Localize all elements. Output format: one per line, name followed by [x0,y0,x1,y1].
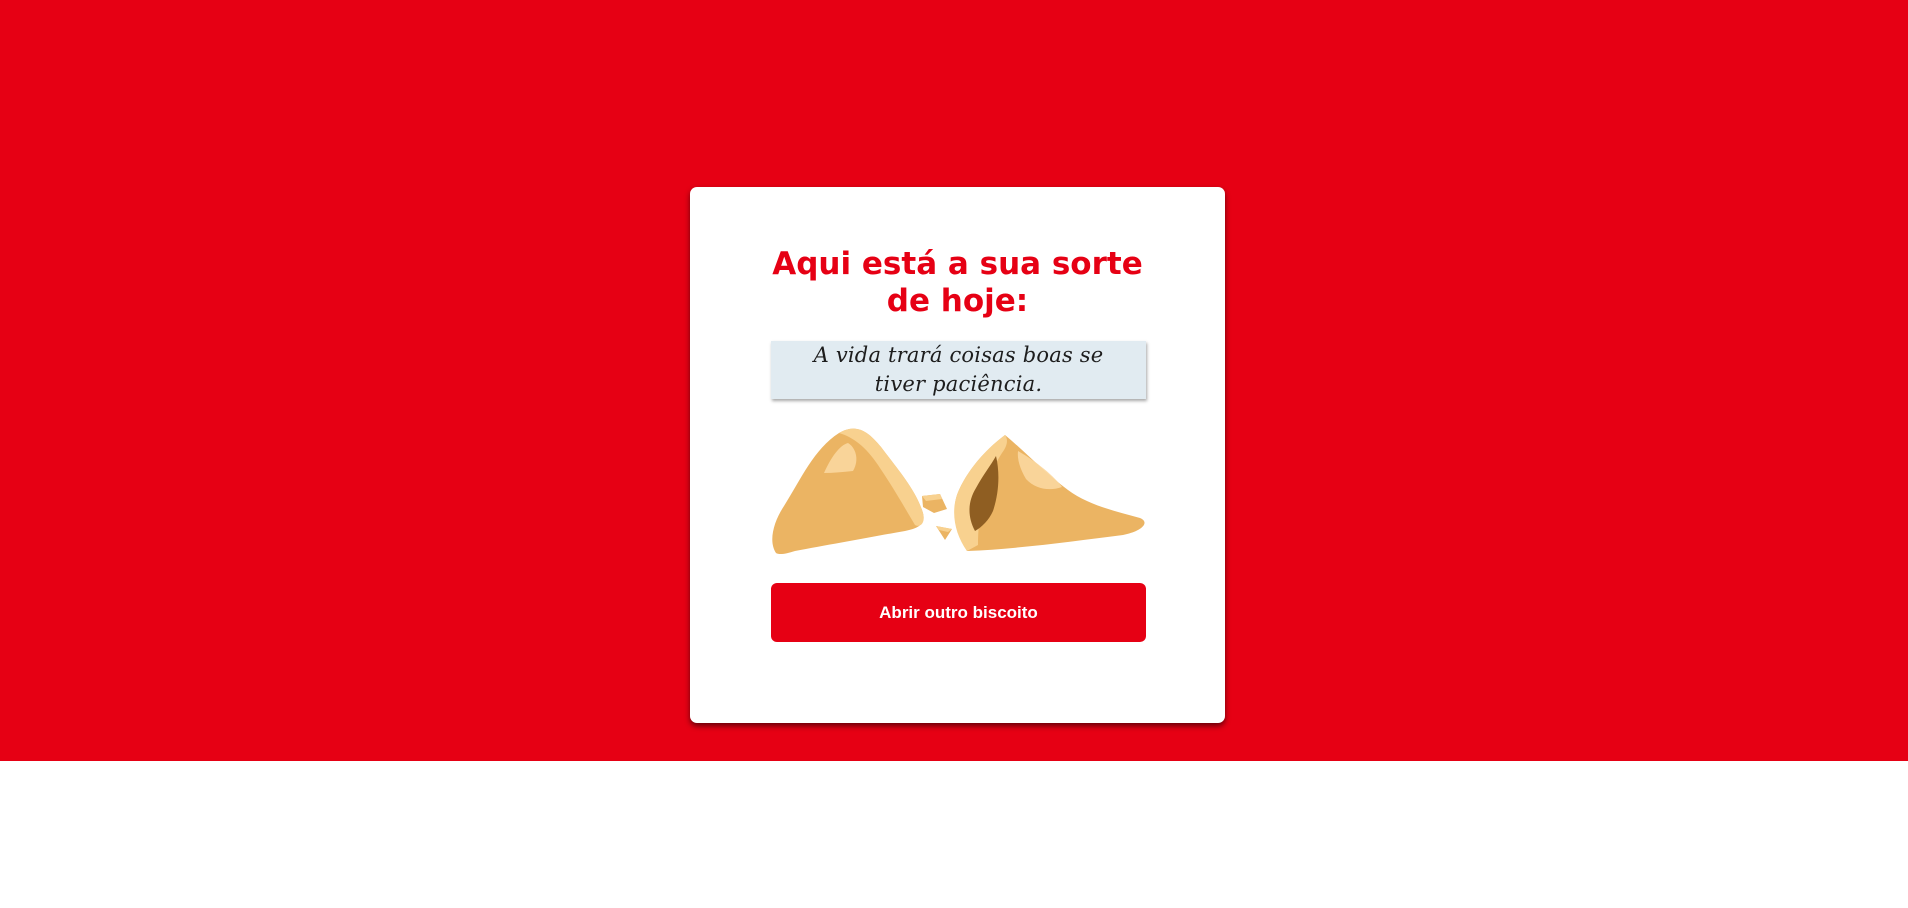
fortune-message-box: A vida trará coisas boas se tiver paciên… [771,341,1146,399]
open-another-cookie-button[interactable]: Abrir outro biscoito [771,583,1146,642]
broken-fortune-cookie-icon [770,421,1148,566]
fortune-message: A vida trará coisas boas se tiver paciên… [813,343,1104,396]
page: Aqui está a sua sorte de hoje: A vida tr… [0,0,1908,908]
fortune-title: Aqui está a sua sorte de hoje: [772,246,1143,319]
fortune-card: Aqui está a sua sorte de hoje: A vida tr… [690,187,1225,723]
